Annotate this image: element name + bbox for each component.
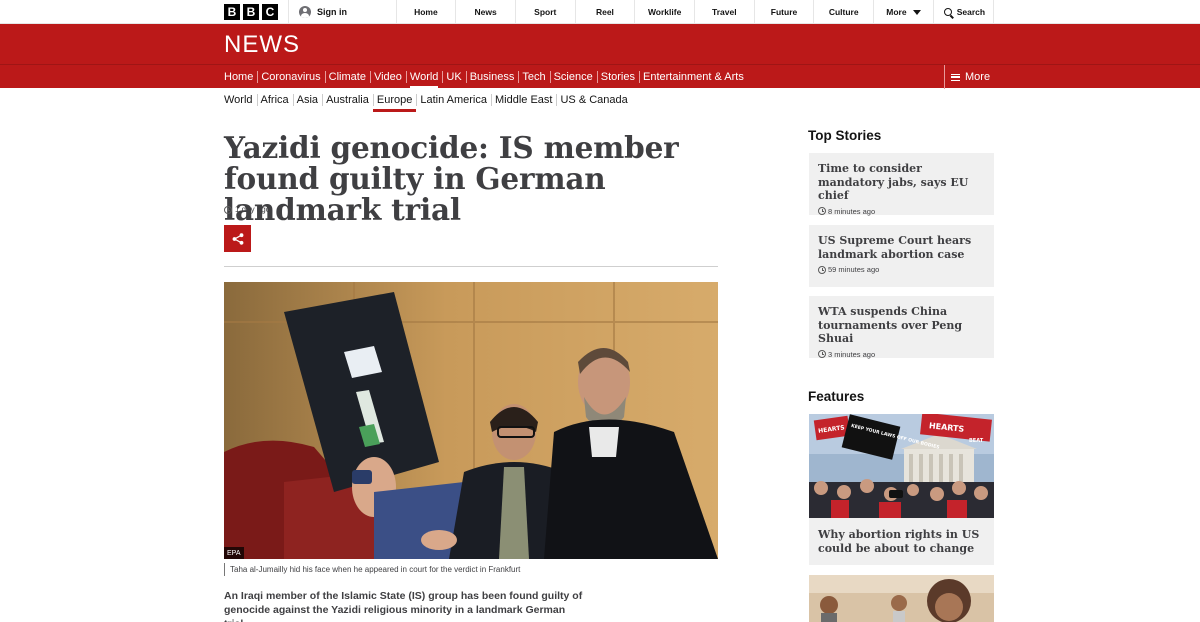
sub-nav-middle-east[interactable]: Middle East [491,88,556,112]
article-intro: An Iraqi member of the Islamic State (IS… [224,590,583,622]
top-story-meta: 59 minutes ago [818,265,985,274]
bbc-logo-letter: C [262,4,278,20]
article-headline: Yazidi genocide: IS member found guilty … [224,130,679,227]
news-nav-tech[interactable]: Tech [518,65,549,89]
news-nav-more-label: More [965,71,991,83]
search-label: Search [956,7,986,17]
global-nav-items: Home News Sport Reel Worklife Travel Fut… [397,0,934,24]
global-nav-more-button[interactable]: More [874,0,934,24]
global-nav-worklife[interactable]: Worklife [635,0,695,24]
top-story-meta: 3 minutes ago [818,350,985,359]
news-nav-stories[interactable]: Stories [596,65,639,89]
bbc-logo[interactable]: B B C [224,0,289,24]
top-story-title[interactable]: US Supreme Court hears landmark abortion… [818,234,985,261]
global-nav-travel[interactable]: Travel [695,0,755,24]
feature-image[interactable] [809,575,994,622]
bbc-logo-letter: B [243,4,259,20]
article-main-image: EPA [224,282,718,559]
world-sub-nav: World Africa Asia Australia Europe Latin… [224,88,632,112]
news-nav-coronavirus[interactable]: Coronavirus [257,65,324,89]
sub-nav-africa[interactable]: Africa [256,88,293,112]
news-nav-world[interactable]: World [405,65,443,89]
features-heading: Features [808,389,865,404]
sub-nav-latin-america[interactable]: Latin America [416,88,491,112]
image-caption: Taha al-Jumailly hid his face when he ap… [224,563,520,576]
top-story-card[interactable]: WTA suspends China tournaments over Peng… [809,296,994,359]
share-button[interactable] [224,225,251,252]
bbc-logo-letter: B [224,4,240,20]
top-story-title[interactable]: Time to consider mandatory jabs, says EU… [818,162,985,203]
top-story-time: 59 minutes ago [828,265,880,274]
top-story-title[interactable]: WTA suspends China tournaments over Peng… [818,305,985,346]
children-photo [809,575,994,622]
news-nav-uk[interactable]: UK [442,65,465,89]
sign-beat: BEAT [969,438,984,444]
top-story-card[interactable]: US Supreme Court hears landmark abortion… [809,225,994,287]
top-story-card[interactable]: Time to consider mandatory jabs, says EU… [809,153,994,216]
sub-nav-europe[interactable]: Europe [372,88,417,112]
protest-photo: HEARTS KEEP YOUR LAWS OFF OUR BODIES HEA… [809,414,994,518]
global-nav-bar: B B C Sign in Home News Sport Reel Workl… [0,0,1200,24]
article-timestamp: 1 day ago [224,205,270,214]
global-nav-home[interactable]: Home [397,0,457,24]
feature-title[interactable]: Why abortion rights in US could be about… [809,518,994,565]
global-nav-culture[interactable]: Culture [814,0,875,24]
news-nav-more-button[interactable]: More [944,65,994,89]
news-nav-business[interactable]: Business [465,65,519,89]
news-nav-home[interactable]: Home [224,65,257,89]
sub-nav-australia[interactable]: Australia [322,88,373,112]
news-nav-video[interactable]: Video [369,65,406,89]
chevron-down-icon [912,9,921,15]
top-story-time: 8 minutes ago [828,206,876,216]
news-nav-bar: Home Coronavirus Climate Video World UK … [0,64,1200,89]
top-story-meta: 8 minutes ago [818,207,985,216]
sign-in-link[interactable]: Sign in [289,0,397,24]
global-nav-news[interactable]: News [456,0,516,24]
news-nav-science[interactable]: Science [549,65,597,89]
global-search-button[interactable]: Search [934,0,994,24]
global-nav-sport[interactable]: Sport [516,0,576,24]
menu-icon [951,73,960,81]
feature-image[interactable]: HEARTS KEEP YOUR LAWS OFF OUR BODIES HEA… [809,414,994,518]
clock-icon [818,350,826,358]
share-icon [232,232,243,245]
top-story-time: 3 minutes ago [828,349,876,359]
clock-icon [818,207,826,215]
article-divider [224,266,718,267]
courtroom-photo [224,282,718,559]
news-nav-entertainment-arts[interactable]: Entertainment & Arts [638,65,748,89]
search-icon [943,8,952,16]
news-masthead: NEWS [0,24,1200,64]
sub-nav-world[interactable]: World [224,88,257,112]
clock-icon [224,205,232,214]
image-credit: EPA [224,547,244,559]
global-nav-future[interactable]: Future [755,0,815,24]
sign-in-label: Sign in [317,7,347,17]
top-stories-heading: Top Stories [808,128,882,143]
global-nav-reel[interactable]: Reel [576,0,636,24]
clock-icon [818,265,826,274]
news-nav-climate[interactable]: Climate [324,65,370,89]
news-logo[interactable]: NEWS [224,31,300,59]
account-icon [299,6,311,18]
global-nav-more-label: More [886,7,907,17]
article-timestamp-text: 1 day ago [235,205,271,214]
sub-nav-us-canada[interactable]: US & Canada [556,88,631,112]
sub-nav-asia[interactable]: Asia [292,88,322,112]
